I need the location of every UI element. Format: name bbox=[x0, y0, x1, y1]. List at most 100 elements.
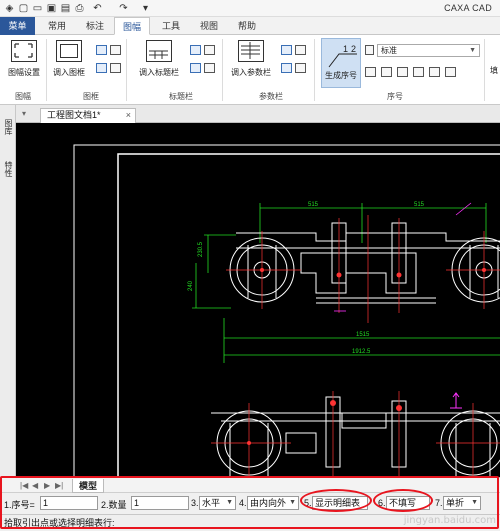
ribbon-panel: 图幅设置 图幅 调入图框 图框 调入标题栏 标题栏 调入参数栏 参数栏 1 2 … bbox=[0, 35, 500, 105]
param-label-quantity: 2.数量 bbox=[101, 500, 127, 510]
save-title-block-icon[interactable] bbox=[204, 63, 215, 73]
svg-text:2: 2 bbox=[351, 44, 356, 54]
tab-model[interactable]: 模型 bbox=[72, 479, 105, 493]
customize-dropdown-icon[interactable]: ▾ bbox=[140, 3, 151, 14]
prev-layout-icon[interactable]: ◀ bbox=[32, 481, 38, 490]
redo-icon[interactable]: ↷ bbox=[118, 3, 129, 14]
generate-number-icon: 1 2 bbox=[328, 44, 357, 68]
number-style-value: 标准 bbox=[381, 46, 397, 55]
group-label-number: 序号 bbox=[387, 92, 403, 101]
load-frame-button[interactable]: 调入图框 bbox=[46, 38, 92, 84]
save-frame-icon[interactable] bbox=[110, 63, 121, 73]
direction-value: 水平 bbox=[202, 498, 221, 508]
next-layout-icon[interactable]: ▶ bbox=[44, 481, 50, 490]
number-align-icon[interactable] bbox=[429, 67, 440, 77]
first-layout-icon[interactable]: |◀ bbox=[20, 481, 28, 490]
group-label-sheet: 图幅 bbox=[15, 92, 31, 101]
left-dock: 图库 特性 bbox=[0, 105, 16, 477]
dim-label: 515 bbox=[414, 202, 425, 208]
tab-help[interactable]: 帮助 bbox=[230, 17, 264, 35]
tab-scroll-icon[interactable]: ▾ bbox=[22, 109, 26, 118]
tab-tools[interactable]: 工具 bbox=[154, 17, 188, 35]
fill-mode-value: 不填写 bbox=[389, 498, 417, 508]
number-style-select[interactable]: 标准 ▼ bbox=[377, 44, 480, 57]
direction-select[interactable]: 水平 ▼ bbox=[199, 496, 236, 510]
order-select[interactable]: 由内向外 ▼ bbox=[247, 496, 299, 510]
edit-frame-icon[interactable] bbox=[96, 45, 107, 55]
sheet-setup-button[interactable]: 图幅设置 bbox=[1, 38, 47, 84]
param-bar-icon bbox=[238, 40, 264, 62]
sheet-setup-label: 图幅设置 bbox=[8, 68, 40, 77]
dim-label: 240 bbox=[188, 280, 194, 291]
quantity-input[interactable]: 1 bbox=[131, 496, 189, 510]
document-tab-strip: ▾ 工程图文档1* × bbox=[16, 105, 500, 123]
tab-view[interactable]: 视图 bbox=[192, 17, 226, 35]
show-bom-toggle[interactable]: 显示明细表 bbox=[312, 496, 368, 510]
sequence-number-input[interactable]: 1 bbox=[40, 496, 98, 510]
number-dropdown-icon[interactable] bbox=[445, 67, 456, 77]
define-title-block-icon[interactable] bbox=[204, 45, 215, 55]
param-label-fill: 6. bbox=[378, 498, 386, 508]
generate-number-button[interactable]: 1 2 生成序号 bbox=[321, 38, 361, 88]
fill-frame-icon[interactable] bbox=[96, 63, 107, 73]
app-logo-icon: ◈ bbox=[5, 3, 14, 14]
group-separator bbox=[484, 39, 485, 101]
cursor-marker bbox=[450, 392, 462, 409]
dock-tab-properties[interactable]: 特性 bbox=[2, 161, 14, 177]
save-icon[interactable]: ▣ bbox=[46, 3, 57, 14]
chevron-down-icon: ▼ bbox=[469, 47, 476, 54]
tab-dimension[interactable]: 标注 bbox=[78, 17, 112, 35]
fold-mode-select[interactable]: 单折 ▼ bbox=[443, 496, 481, 510]
load-param-bar-label: 调入参数栏 bbox=[231, 68, 271, 77]
bottom-panel: |◀ ◀ ▶ ▶| 模型 1.序号= 1 2.数量 1 3. 水平 ▼ 4. 由… bbox=[0, 477, 500, 531]
delete-number-icon[interactable] bbox=[365, 67, 376, 77]
document-tab[interactable]: 工程图文档1* × bbox=[40, 108, 136, 123]
param-label-direction: 3. bbox=[191, 498, 199, 508]
chevron-down-icon: ▼ bbox=[226, 499, 233, 506]
edit-number-icon[interactable] bbox=[397, 67, 408, 77]
show-bom-value: 显示明细表 bbox=[315, 498, 361, 508]
app-title: CAXA CAD bbox=[444, 3, 492, 13]
menu-button[interactable]: 菜单 bbox=[0, 17, 35, 35]
param-label-sequence: 1.序号= bbox=[4, 500, 35, 510]
bogie-lower-view bbox=[211, 396, 500, 477]
number-settings-icon[interactable] bbox=[413, 67, 424, 77]
fill-param-bar-icon[interactable] bbox=[281, 63, 292, 73]
undo-icon[interactable]: ↶ bbox=[92, 3, 103, 14]
group-label-frame: 图框 bbox=[83, 92, 99, 101]
close-icon[interactable]: × bbox=[126, 109, 131, 122]
dim-label: 1912.5 bbox=[352, 349, 371, 355]
title-block-icon bbox=[146, 40, 172, 62]
new-file-icon[interactable]: ▢ bbox=[18, 3, 29, 14]
dim-label: 230.5 bbox=[198, 241, 204, 257]
print-icon[interactable]: ⎙ bbox=[74, 3, 85, 14]
sheet-setup-icon bbox=[11, 40, 37, 62]
define-frame-icon[interactable] bbox=[110, 45, 121, 55]
fill-button-label[interactable]: 填 bbox=[490, 65, 498, 76]
save-as-icon[interactable]: ▤ bbox=[60, 3, 71, 14]
edit-title-block-icon[interactable] bbox=[190, 45, 201, 55]
param-label-fold: 7. bbox=[435, 498, 443, 508]
define-param-bar-icon[interactable] bbox=[295, 45, 306, 55]
load-param-bar-button[interactable]: 调入参数栏 bbox=[226, 38, 276, 84]
drawing-canvas[interactable]: 515 515 1515 1912.5 230.5 240 bbox=[16, 123, 500, 477]
fill-title-block-icon[interactable] bbox=[190, 63, 201, 73]
dock-tab-library[interactable]: 图库 bbox=[2, 119, 14, 135]
tab-common[interactable]: 常用 bbox=[40, 17, 74, 35]
command-parameter-row: 1.序号= 1 2.数量 1 3. 水平 ▼ 4. 由内向外 ▼ 5. 显示明细… bbox=[0, 493, 500, 513]
frame-icon bbox=[56, 40, 82, 62]
bolt-marks-2 bbox=[247, 400, 402, 445]
last-layout-icon[interactable]: ▶| bbox=[55, 481, 63, 490]
group-separator bbox=[222, 39, 223, 101]
edit-param-bar-icon[interactable] bbox=[281, 45, 292, 55]
save-param-bar-icon[interactable] bbox=[295, 63, 306, 73]
tab-sheet[interactable]: 图幅 bbox=[114, 17, 150, 35]
open-folder-icon[interactable]: ▭ bbox=[32, 3, 43, 14]
fill-mode-toggle[interactable]: 不填写 bbox=[386, 496, 430, 510]
exchange-number-icon[interactable] bbox=[381, 67, 392, 77]
dimension-labels: 515 515 1515 1912.5 230.5 240 bbox=[188, 202, 425, 355]
layout-tab-bar: |◀ ◀ ▶ ▶| 模型 bbox=[0, 477, 500, 493]
fold-mode-value: 单折 bbox=[446, 498, 465, 508]
load-title-block-button[interactable]: 调入标题栏 bbox=[133, 38, 185, 84]
document-tab-title: 工程图文档1* bbox=[47, 110, 101, 120]
